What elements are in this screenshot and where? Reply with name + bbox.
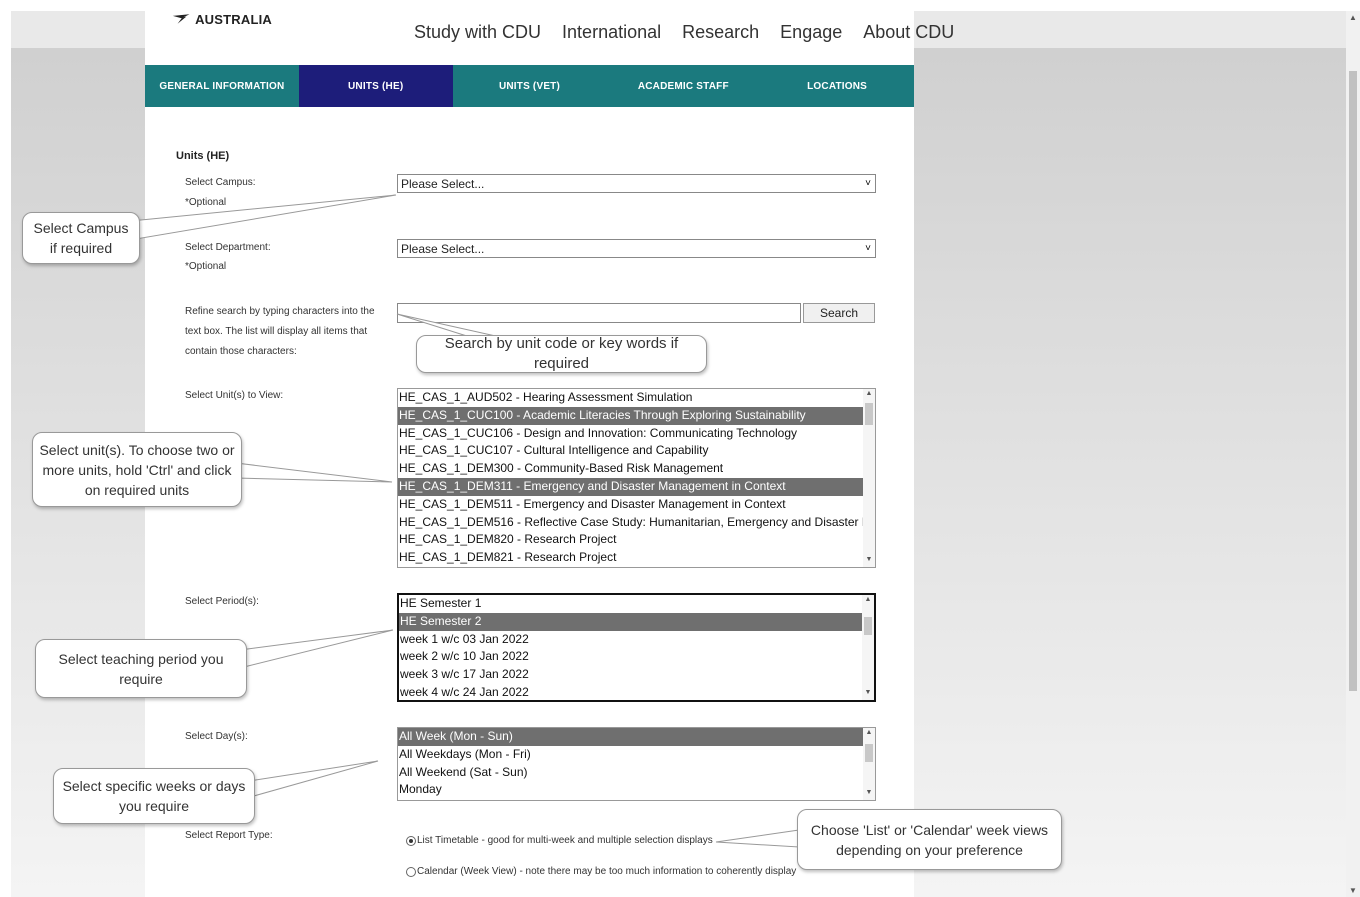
department-optional-note: *Optional (185, 261, 227, 272)
day-option[interactable]: Monday (398, 781, 863, 799)
search-hint-line-1: Refine search by typing characters into … (185, 306, 375, 317)
scroll-up-icon[interactable]: ▲ (862, 596, 874, 606)
periods-scrollbar[interactable]: ▲ ▼ (862, 595, 874, 700)
unit-option[interactable]: HE_CAS_1_DEM516 - Reflective Case Study:… (398, 514, 875, 532)
unit-option[interactable]: HE_CAS_1_DEM300 - Community-Based Risk M… (398, 460, 863, 478)
campus-label: Select Campus: (185, 177, 256, 188)
unit-option[interactable]: HE_CAS_1_CUC100 - Academic Literacies Th… (398, 406, 863, 425)
search-input[interactable] (397, 303, 801, 323)
tab-units-vet[interactable]: UNITS (VET) (453, 65, 607, 107)
units-listbox[interactable]: HE_CAS_1_AUD502 - Hearing Assessment Sim… (397, 388, 876, 568)
units-scrollbar[interactable]: ▲ ▼ (863, 389, 875, 567)
top-navigation: Study with CDU International Research En… (414, 22, 954, 43)
scrollbar-thumb[interactable] (865, 744, 873, 762)
unit-option[interactable]: HE_CAS_1_DEM311 - Emergency and Disaster… (398, 477, 863, 496)
campus-optional-note: *Optional (185, 197, 227, 208)
units-callout: Select unit(s). To choose two or more un… (32, 432, 242, 507)
nav-engage[interactable]: Engage (780, 22, 842, 43)
periods-label: Select Period(s): (185, 596, 259, 607)
radio-checked-icon[interactable] (406, 835, 416, 846)
search-hint-line-2: text box. The list will display all item… (185, 326, 368, 337)
day-option[interactable]: All Weekend (Sat - Sun) (398, 764, 863, 782)
period-option[interactable]: week 4 w/c 24 Jan 2022 (399, 684, 864, 700)
unit-option[interactable]: HE_CAS_1_CUC107 - Cultural Intelligence … (398, 442, 863, 460)
scroll-down-icon[interactable]: ▼ (1346, 886, 1360, 895)
section-title: Units (HE) (176, 150, 230, 162)
chevron-down-icon: ˅ (865, 243, 871, 254)
report-option-list[interactable]: List Timetable - good for multi-week and… (406, 835, 713, 846)
cdu-logo[interactable]: AUSTRALIA (172, 8, 272, 30)
period-callout: Select teaching period you require (35, 639, 247, 698)
tab-bar: GENERAL INFORMATION UNITS (HE) UNITS (VE… (145, 65, 914, 107)
unit-option[interactable]: HE_CAS_1_CUC106 - Design and Innovation:… (398, 425, 863, 443)
scroll-up-icon[interactable]: ▲ (863, 729, 875, 739)
logo-text: AUSTRALIA (195, 11, 272, 27)
tab-general-information[interactable]: GENERAL INFORMATION (145, 65, 299, 107)
scroll-up-icon[interactable]: ▲ (1346, 13, 1360, 22)
scroll-down-icon[interactable]: ▼ (862, 689, 874, 699)
scroll-down-icon[interactable]: ▼ (863, 789, 875, 799)
period-option[interactable]: week 3 w/c 17 Jan 2022 (399, 666, 864, 684)
campus-select-value: Please Select... (401, 176, 485, 191)
report-option-list-label: List Timetable - good for multi-week and… (417, 835, 713, 846)
scrollbar-thumb[interactable] (864, 617, 872, 635)
day-option[interactable]: All Weekdays (Mon - Fri) (398, 746, 863, 764)
periods-listbox[interactable]: HE Semester 1 HE Semester 2 week 1 w/c 0… (397, 593, 876, 702)
nav-study-with-cdu[interactable]: Study with CDU (414, 22, 541, 43)
tab-academic-staff[interactable]: ACADEMIC STAFF (606, 65, 760, 107)
scroll-up-icon[interactable]: ▲ (863, 390, 875, 400)
report-option-calendar[interactable]: Calendar (Week View) - note there may be… (406, 866, 796, 877)
unit-option[interactable]: HE_CAS_1_AUD502 - Hearing Assessment Sim… (398, 389, 863, 407)
unit-option[interactable]: HE_CAS_1_DEM821 - Research Project (398, 549, 863, 567)
page-scrollbar[interactable]: ▲ ▼ (1346, 11, 1360, 897)
radio-unchecked-icon[interactable] (406, 866, 416, 877)
department-select-value: Please Select... (401, 241, 485, 256)
tab-locations[interactable]: LOCATIONS (760, 65, 914, 107)
report-option-calendar-label: Calendar (Week View) - note there may be… (417, 866, 797, 877)
days-label: Select Day(s): (185, 731, 248, 742)
page-scrollbar-thumb[interactable] (1349, 71, 1357, 691)
campus-select[interactable]: Please Select... ˅ (397, 174, 876, 193)
search-callout: Search by unit code or key words if requ… (416, 335, 707, 373)
nav-about-cdu[interactable]: About CDU (863, 22, 954, 43)
period-option[interactable]: HE Semester 1 (399, 595, 864, 613)
chevron-down-icon: ˅ (865, 178, 871, 189)
tab-units-he[interactable]: UNITS (HE) (298, 65, 453, 107)
report-callout: Choose 'List' or 'Calendar' week views d… (797, 809, 1062, 870)
period-option[interactable]: week 2 w/c 10 Jan 2022 (399, 648, 864, 666)
unit-option[interactable]: HE_CAS_1_DEM820 - Research Project (398, 531, 863, 549)
logo-bird-icon (172, 14, 190, 24)
department-select[interactable]: Please Select... ˅ (397, 239, 876, 258)
search-button[interactable]: Search (803, 303, 875, 323)
nav-research[interactable]: Research (682, 22, 759, 43)
units-label: Select Unit(s) to View: (185, 390, 284, 401)
days-listbox[interactable]: All Week (Mon - Sun) All Weekdays (Mon -… (397, 727, 876, 801)
search-hint-line-3: contain those characters: (185, 346, 297, 357)
nav-international[interactable]: International (562, 22, 661, 43)
days-scrollbar[interactable]: ▲ ▼ (863, 728, 875, 800)
page-background-right (914, 11, 1346, 897)
day-option[interactable]: All Week (Mon - Sun) (398, 728, 863, 746)
scrollbar-thumb[interactable] (865, 403, 873, 425)
unit-option[interactable]: HE_CAS_1_DEM511 - Emergency and Disaster… (398, 496, 863, 514)
days-callout: Select specific weeks or days you requir… (53, 768, 255, 824)
scroll-down-icon[interactable]: ▼ (863, 556, 875, 566)
period-option[interactable]: HE Semester 2 (399, 612, 864, 631)
period-option[interactable]: week 1 w/c 03 Jan 2022 (399, 631, 864, 649)
campus-callout: Select Campus if required (22, 212, 140, 264)
report-type-label: Select Report Type: (185, 830, 273, 841)
department-label: Select Department: (185, 242, 271, 253)
